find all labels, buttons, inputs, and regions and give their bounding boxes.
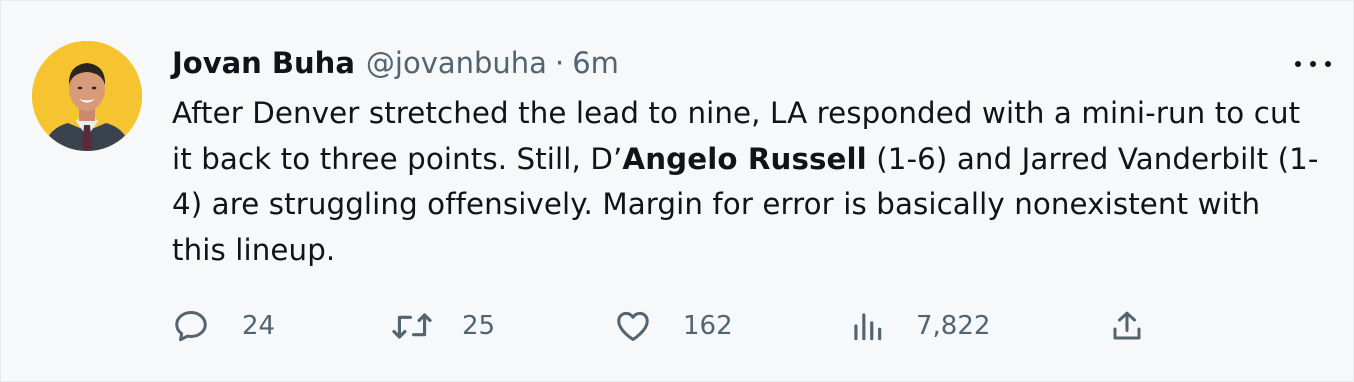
- views-icon: [850, 307, 884, 345]
- tweet-text: After Denver stretched the lead to nine,…: [172, 91, 1322, 273]
- mention-bold: Angelo Russell: [622, 141, 867, 176]
- more-options-button[interactable]: [1293, 49, 1333, 79]
- share-icon: [1109, 307, 1145, 345]
- heart-icon: [613, 307, 653, 345]
- tweet-card[interactable]: Jovan Buha @jovanbuha · 6m After Denver …: [0, 0, 1354, 382]
- retweet-icon: [390, 307, 434, 345]
- retweet-count: 25: [462, 311, 496, 341]
- tweet-actions: 24 25 162 7,822: [172, 306, 1172, 346]
- author-name[interactable]: Jovan Buha: [172, 46, 355, 80]
- more-icon-dot: [1310, 61, 1316, 67]
- more-icon-dot: [1325, 61, 1331, 67]
- reply-icon: [172, 307, 210, 345]
- reply-count: 24: [242, 311, 276, 341]
- like-count: 162: [683, 311, 733, 341]
- author-avatar[interactable]: [32, 41, 142, 151]
- reply-button[interactable]: 24: [172, 306, 275, 346]
- share-button[interactable]: [1109, 306, 1145, 346]
- views-button[interactable]: 7,822: [850, 306, 990, 346]
- author-handle[interactable]: @jovanbuha: [366, 46, 547, 80]
- views-count: 7,822: [916, 311, 991, 341]
- header-separator: ·: [554, 46, 565, 80]
- retweet-button[interactable]: 25: [390, 306, 495, 346]
- like-button[interactable]: 162: [613, 306, 733, 346]
- more-icon-dot: [1295, 61, 1301, 67]
- tweet-timestamp[interactable]: 6m: [572, 46, 619, 80]
- avatar-image: [32, 41, 142, 151]
- tweet-header: Jovan Buha @jovanbuha · 6m: [172, 41, 619, 85]
